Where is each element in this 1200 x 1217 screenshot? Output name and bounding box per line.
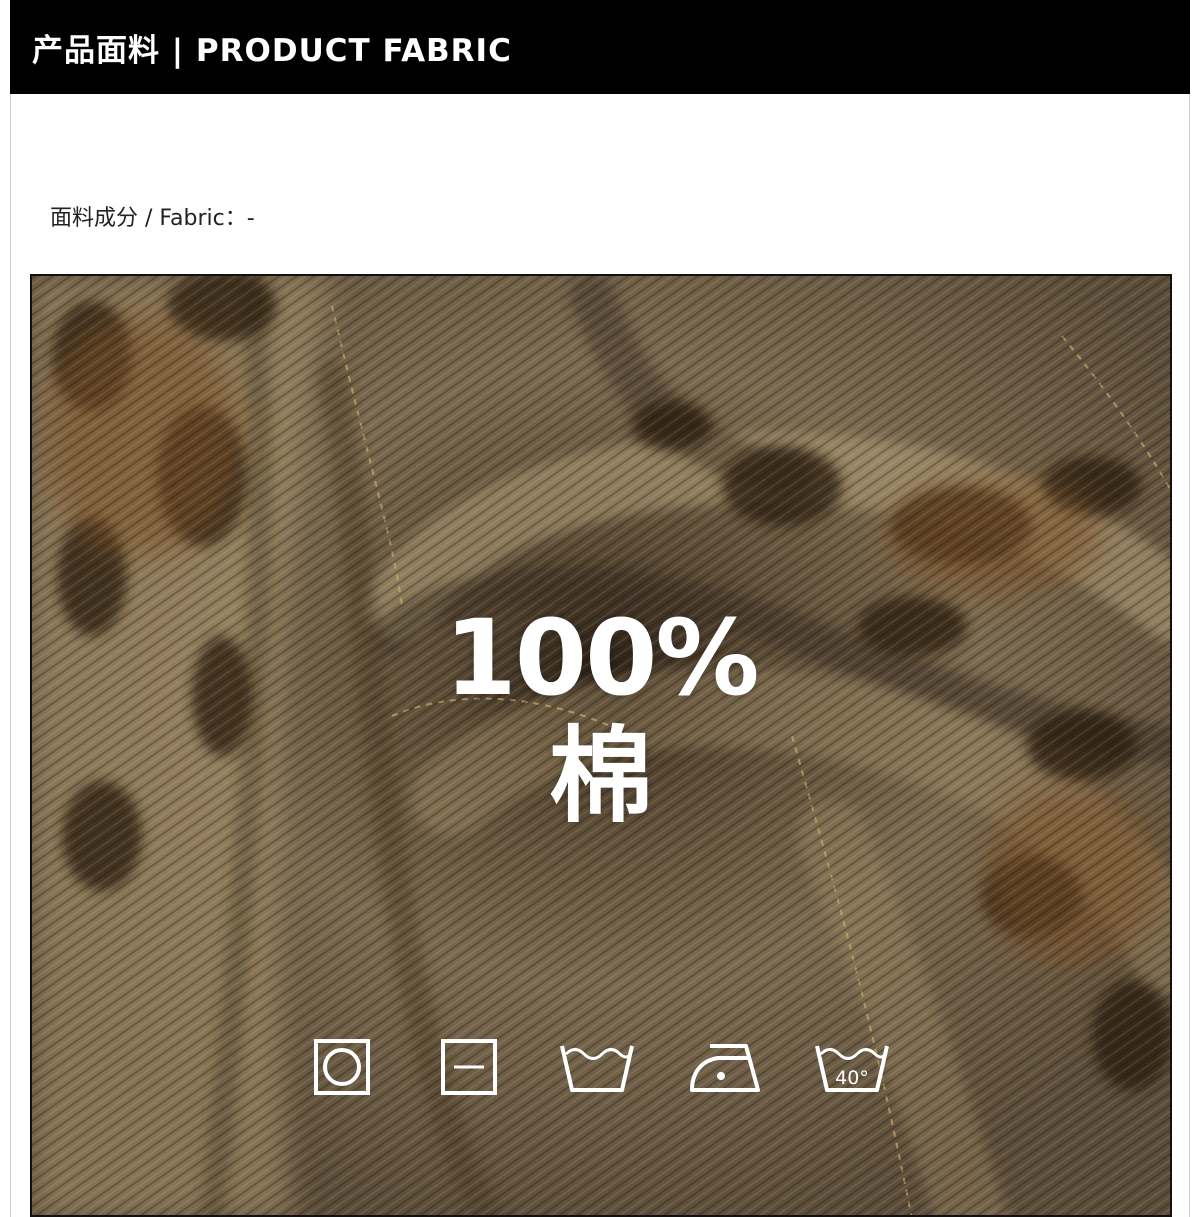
fabric-photo: 100% 棉 40° (30, 274, 1172, 1217)
section-header: 产品面料 | PRODUCT FABRIC (10, 0, 1190, 94)
tumble-dry-icon (314, 1039, 370, 1095)
fabric-composition-label: 面料成分 / Fabric：- (50, 206, 255, 231)
iron-low-icon (690, 1044, 760, 1092)
care-instructions: 40° (32, 1038, 1170, 1098)
dry-flat-icon (441, 1039, 497, 1095)
material-name: 棉 (548, 715, 653, 837)
section-title: 产品面料 | PRODUCT FABRIC (32, 32, 512, 69)
hand-wash-icon (560, 1045, 634, 1092)
wash-temperature-label: 40° (835, 1067, 869, 1089)
wash-40-icon: 40° (815, 1045, 889, 1092)
cotton-percentage: 100% (444, 597, 759, 719)
